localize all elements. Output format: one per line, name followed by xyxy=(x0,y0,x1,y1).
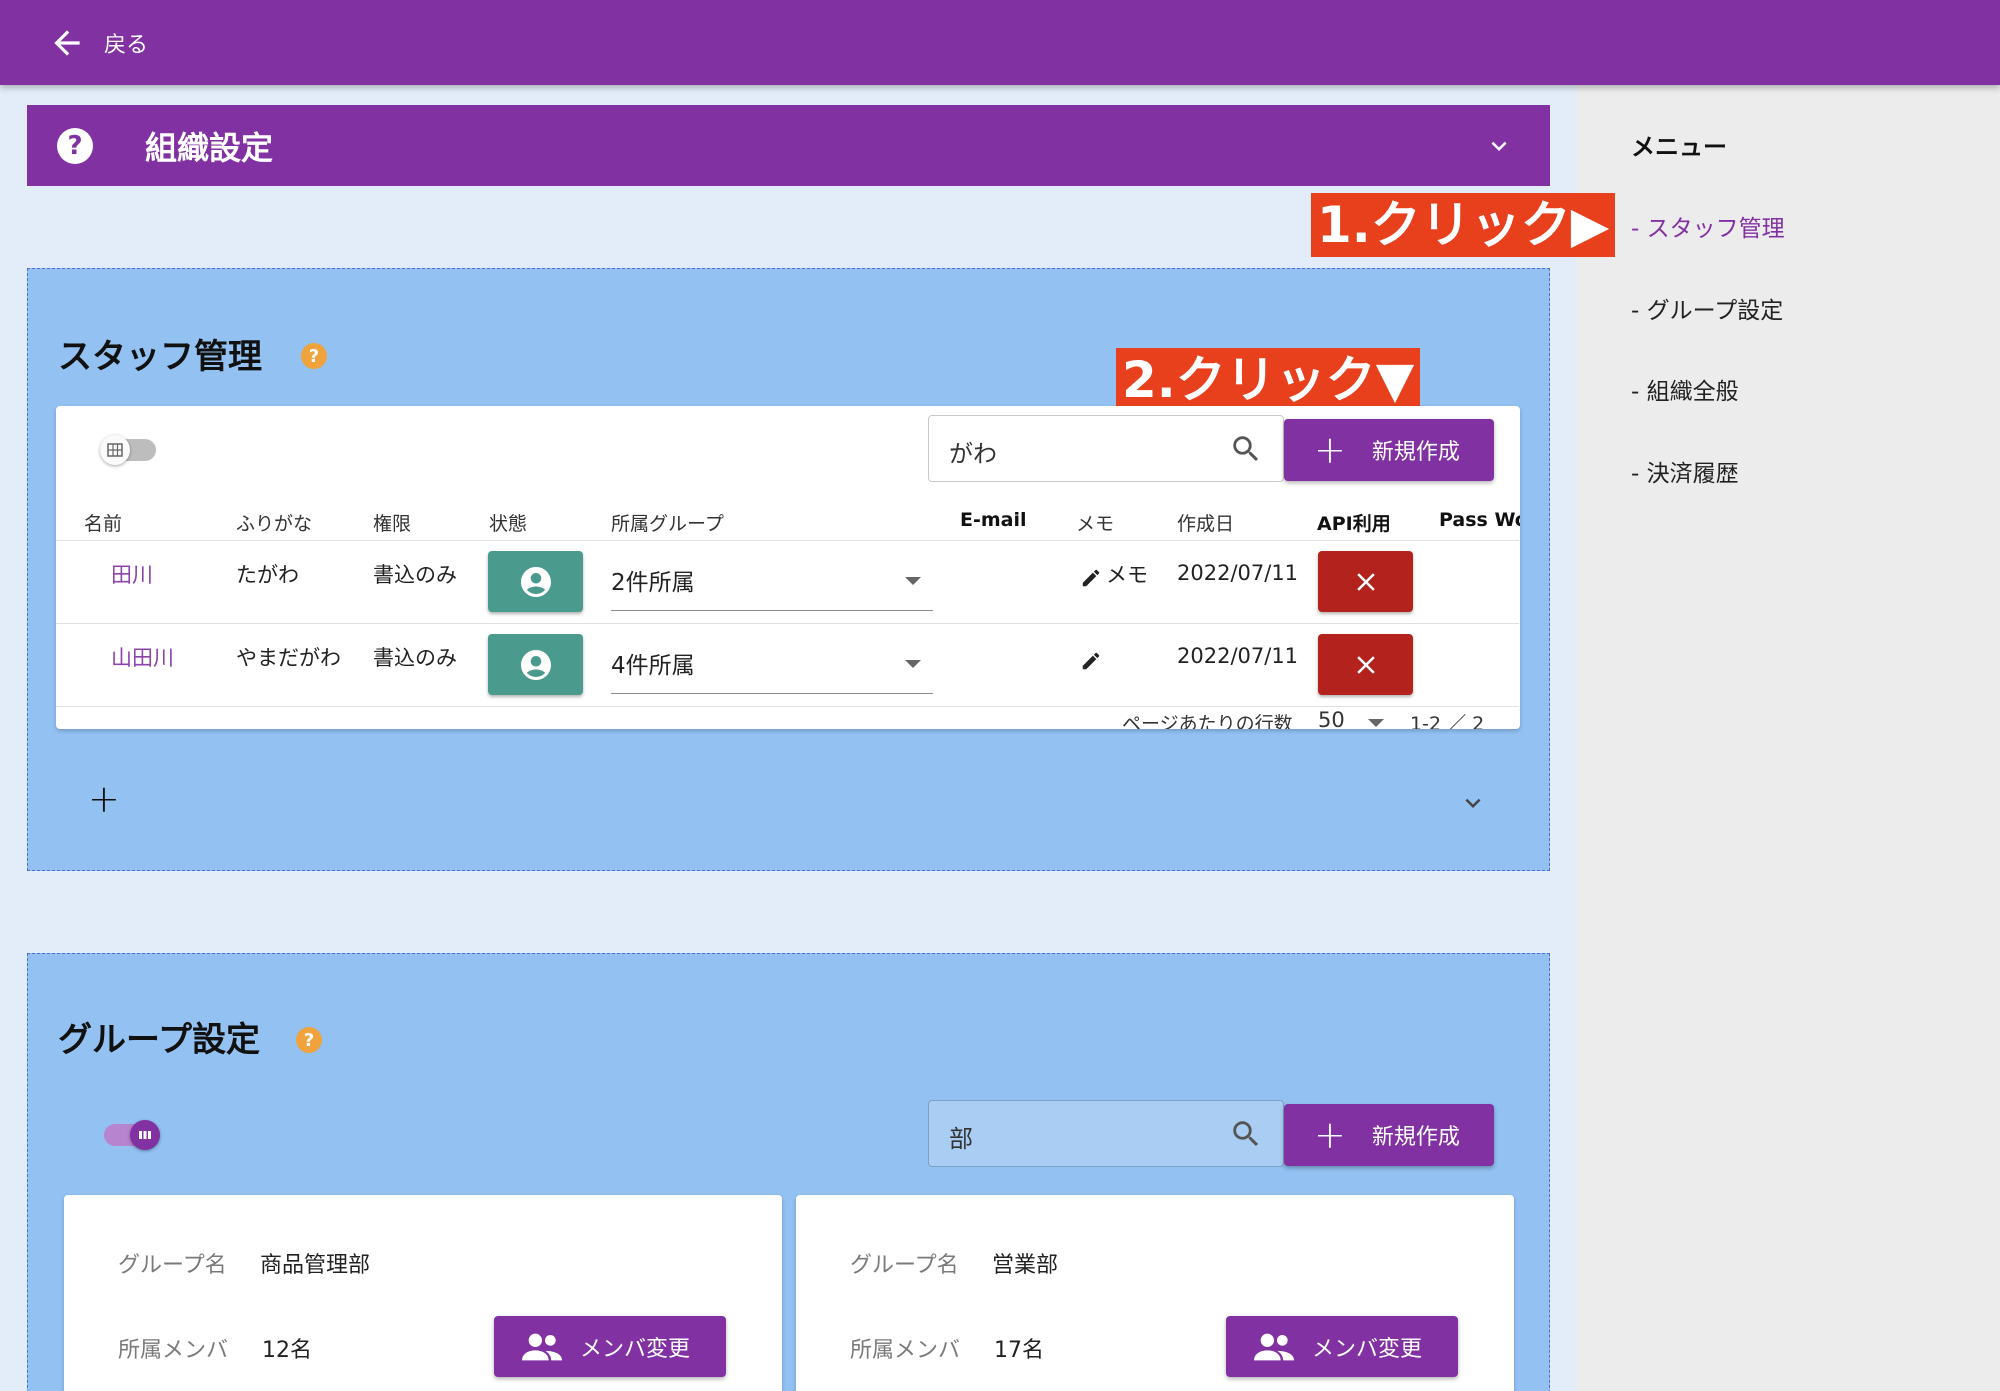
plus-icon: + xyxy=(1314,428,1346,472)
group-new-button[interactable]: + 新規作成 xyxy=(1284,1104,1494,1166)
col-header-status[interactable]: 状態 xyxy=(489,509,527,536)
arrow-left-icon xyxy=(54,29,80,56)
staff-name-link[interactable]: 山田川 xyxy=(111,642,174,672)
grid-icon xyxy=(100,435,130,465)
rows-per-page-select[interactable]: 50 xyxy=(1318,708,1345,729)
staff-memo[interactable]: メモ xyxy=(1106,559,1148,589)
add-staff-icon[interactable]: + xyxy=(88,777,120,821)
group-help-icon[interactable]: ? xyxy=(296,1027,322,1053)
staff-section: スタッフ管理 ? 2.クリック▼ がわ + 新規作成 名前 ふりがな 権限 状態… xyxy=(27,268,1550,871)
search-icon[interactable] xyxy=(1229,432,1263,466)
help-icon[interactable]: ? xyxy=(57,127,93,164)
menu-title: メニュー xyxy=(1631,133,1727,161)
group-card: グループ名 営業部 所属メンバ 17名 メンバ変更 xyxy=(796,1195,1514,1391)
org-settings-header[interactable]: ? 組織設定 xyxy=(27,105,1550,186)
group-name: 営業部 xyxy=(992,1253,1059,1278)
search-icon[interactable] xyxy=(1229,1117,1263,1151)
plus-icon: + xyxy=(1314,1113,1346,1157)
view-toggle[interactable] xyxy=(104,1120,160,1150)
group-card: グループ名 商品管理部 所属メンバ 12名 メンバ変更 xyxy=(64,1195,782,1391)
annotation-step1: 1.クリック▶ xyxy=(1311,193,1616,257)
group-members-count: 12名 xyxy=(262,1338,312,1363)
staff-search-field[interactable]: がわ xyxy=(928,415,1284,482)
pencil-icon[interactable] xyxy=(1080,567,1102,589)
group-name: 商品管理部 xyxy=(260,1253,371,1278)
pencil-icon[interactable] xyxy=(1080,650,1102,672)
rows-per-page-caret-icon[interactable] xyxy=(1368,719,1384,727)
card-view-icon xyxy=(130,1120,160,1150)
staff-created-date: 2022/07/11 xyxy=(1177,644,1299,668)
staff-new-button[interactable]: + 新規作成 xyxy=(1284,419,1494,481)
group-new-button-label: 新規作成 xyxy=(1371,1125,1460,1150)
staff-section-title: スタッフ管理 xyxy=(58,337,262,377)
staff-help-icon[interactable]: ? xyxy=(301,343,327,369)
menu-item-org-general[interactable]: - 組織全般 xyxy=(1631,372,1739,406)
row-divider xyxy=(56,706,1519,707)
side-menu: メニュー - スタッフ管理 - グループ設定 - 組織全般 - 決済履歴 xyxy=(1576,85,2000,1391)
group-name-label: グループ名 xyxy=(118,1253,227,1278)
group-select-value: 4件所属 xyxy=(611,653,695,679)
rows-per-page-label: ページあたりの行数 xyxy=(1122,713,1293,729)
change-members-button[interactable]: メンバ変更 xyxy=(1226,1316,1458,1377)
group-search-value: 部 xyxy=(949,1125,973,1153)
col-header-api[interactable]: API利用 xyxy=(1317,509,1391,536)
group-section-title: グループ設定 xyxy=(58,1020,260,1060)
change-members-button[interactable]: メンバ変更 xyxy=(494,1316,726,1377)
group-select-value: 2件所属 xyxy=(611,570,695,596)
org-settings-title: 組織設定 xyxy=(145,128,274,167)
group-select[interactable]: 2件所属 xyxy=(611,541,933,611)
col-header-password[interactable]: Pass Wo xyxy=(1439,509,1520,531)
delete-button[interactable] xyxy=(1318,551,1413,612)
staff-created-date: 2022/07/11 xyxy=(1177,561,1299,585)
status-button[interactable] xyxy=(488,551,583,612)
group-members-count: 17名 xyxy=(994,1338,1044,1363)
back-button[interactable]: 戻る xyxy=(48,24,148,62)
col-header-role[interactable]: 権限 xyxy=(373,509,411,536)
staff-kana: やまだがわ xyxy=(236,646,341,670)
chevron-down-icon[interactable] xyxy=(1484,131,1514,161)
close-icon xyxy=(1356,655,1375,674)
dropdown-caret-icon xyxy=(905,660,921,668)
staff-new-button-label: 新規作成 xyxy=(1371,440,1460,465)
account-circle-icon xyxy=(520,566,551,597)
menu-item-staff[interactable]: - スタッフ管理 xyxy=(1631,209,1785,243)
col-header-name[interactable]: 名前 xyxy=(84,509,122,536)
status-button[interactable] xyxy=(488,634,583,695)
account-circle-icon xyxy=(520,649,551,680)
staff-kana: たがわ xyxy=(236,563,299,587)
annotation-step2: 2.クリック▼ xyxy=(1116,348,1421,412)
group-members-label: 所属メンバ xyxy=(850,1338,961,1363)
people-icon xyxy=(522,1333,562,1360)
staff-search-value: がわ xyxy=(949,440,997,468)
delete-button[interactable] xyxy=(1318,634,1413,695)
change-members-label: メンバ変更 xyxy=(580,1336,691,1362)
close-icon xyxy=(1356,572,1375,591)
staff-role: 書込のみ xyxy=(373,563,457,587)
back-label: 戻る xyxy=(104,32,149,58)
col-header-created[interactable]: 作成日 xyxy=(1177,509,1234,536)
col-header-email[interactable]: E-mail xyxy=(960,509,1027,531)
col-header-group[interactable]: 所属グループ xyxy=(611,509,724,536)
top-app-bar: 戻る xyxy=(0,0,2000,85)
change-members-label: メンバ変更 xyxy=(1312,1336,1423,1362)
col-header-memo[interactable]: メモ xyxy=(1076,509,1114,536)
group-members-label: 所属メンバ xyxy=(118,1338,229,1363)
view-toggle[interactable] xyxy=(100,435,156,465)
group-name-label: グループ名 xyxy=(850,1253,959,1278)
pagination-range: 1-2 ／ 2 xyxy=(1410,713,1485,729)
staff-role: 書込のみ xyxy=(373,646,457,670)
menu-item-billing-history[interactable]: - 決済履歴 xyxy=(1631,454,1739,488)
staff-name-link[interactable]: 田川 xyxy=(111,559,153,589)
group-section: グループ設定 ? 部 + 新規作成 グループ名 商品管理部 所属メンバ 12名 … xyxy=(27,953,1550,1391)
dropdown-caret-icon xyxy=(905,577,921,585)
group-select[interactable]: 4件所属 xyxy=(611,624,933,694)
people-icon xyxy=(1254,1333,1294,1360)
staff-table-card: がわ + 新規作成 名前 ふりがな 権限 状態 所属グループ E-mail メモ… xyxy=(56,406,1520,729)
group-search-field[interactable]: 部 xyxy=(928,1100,1284,1167)
col-header-kana[interactable]: ふりがな xyxy=(236,509,312,536)
chevron-down-icon[interactable] xyxy=(1458,788,1488,818)
menu-item-groups[interactable]: - グループ設定 xyxy=(1631,291,1783,325)
